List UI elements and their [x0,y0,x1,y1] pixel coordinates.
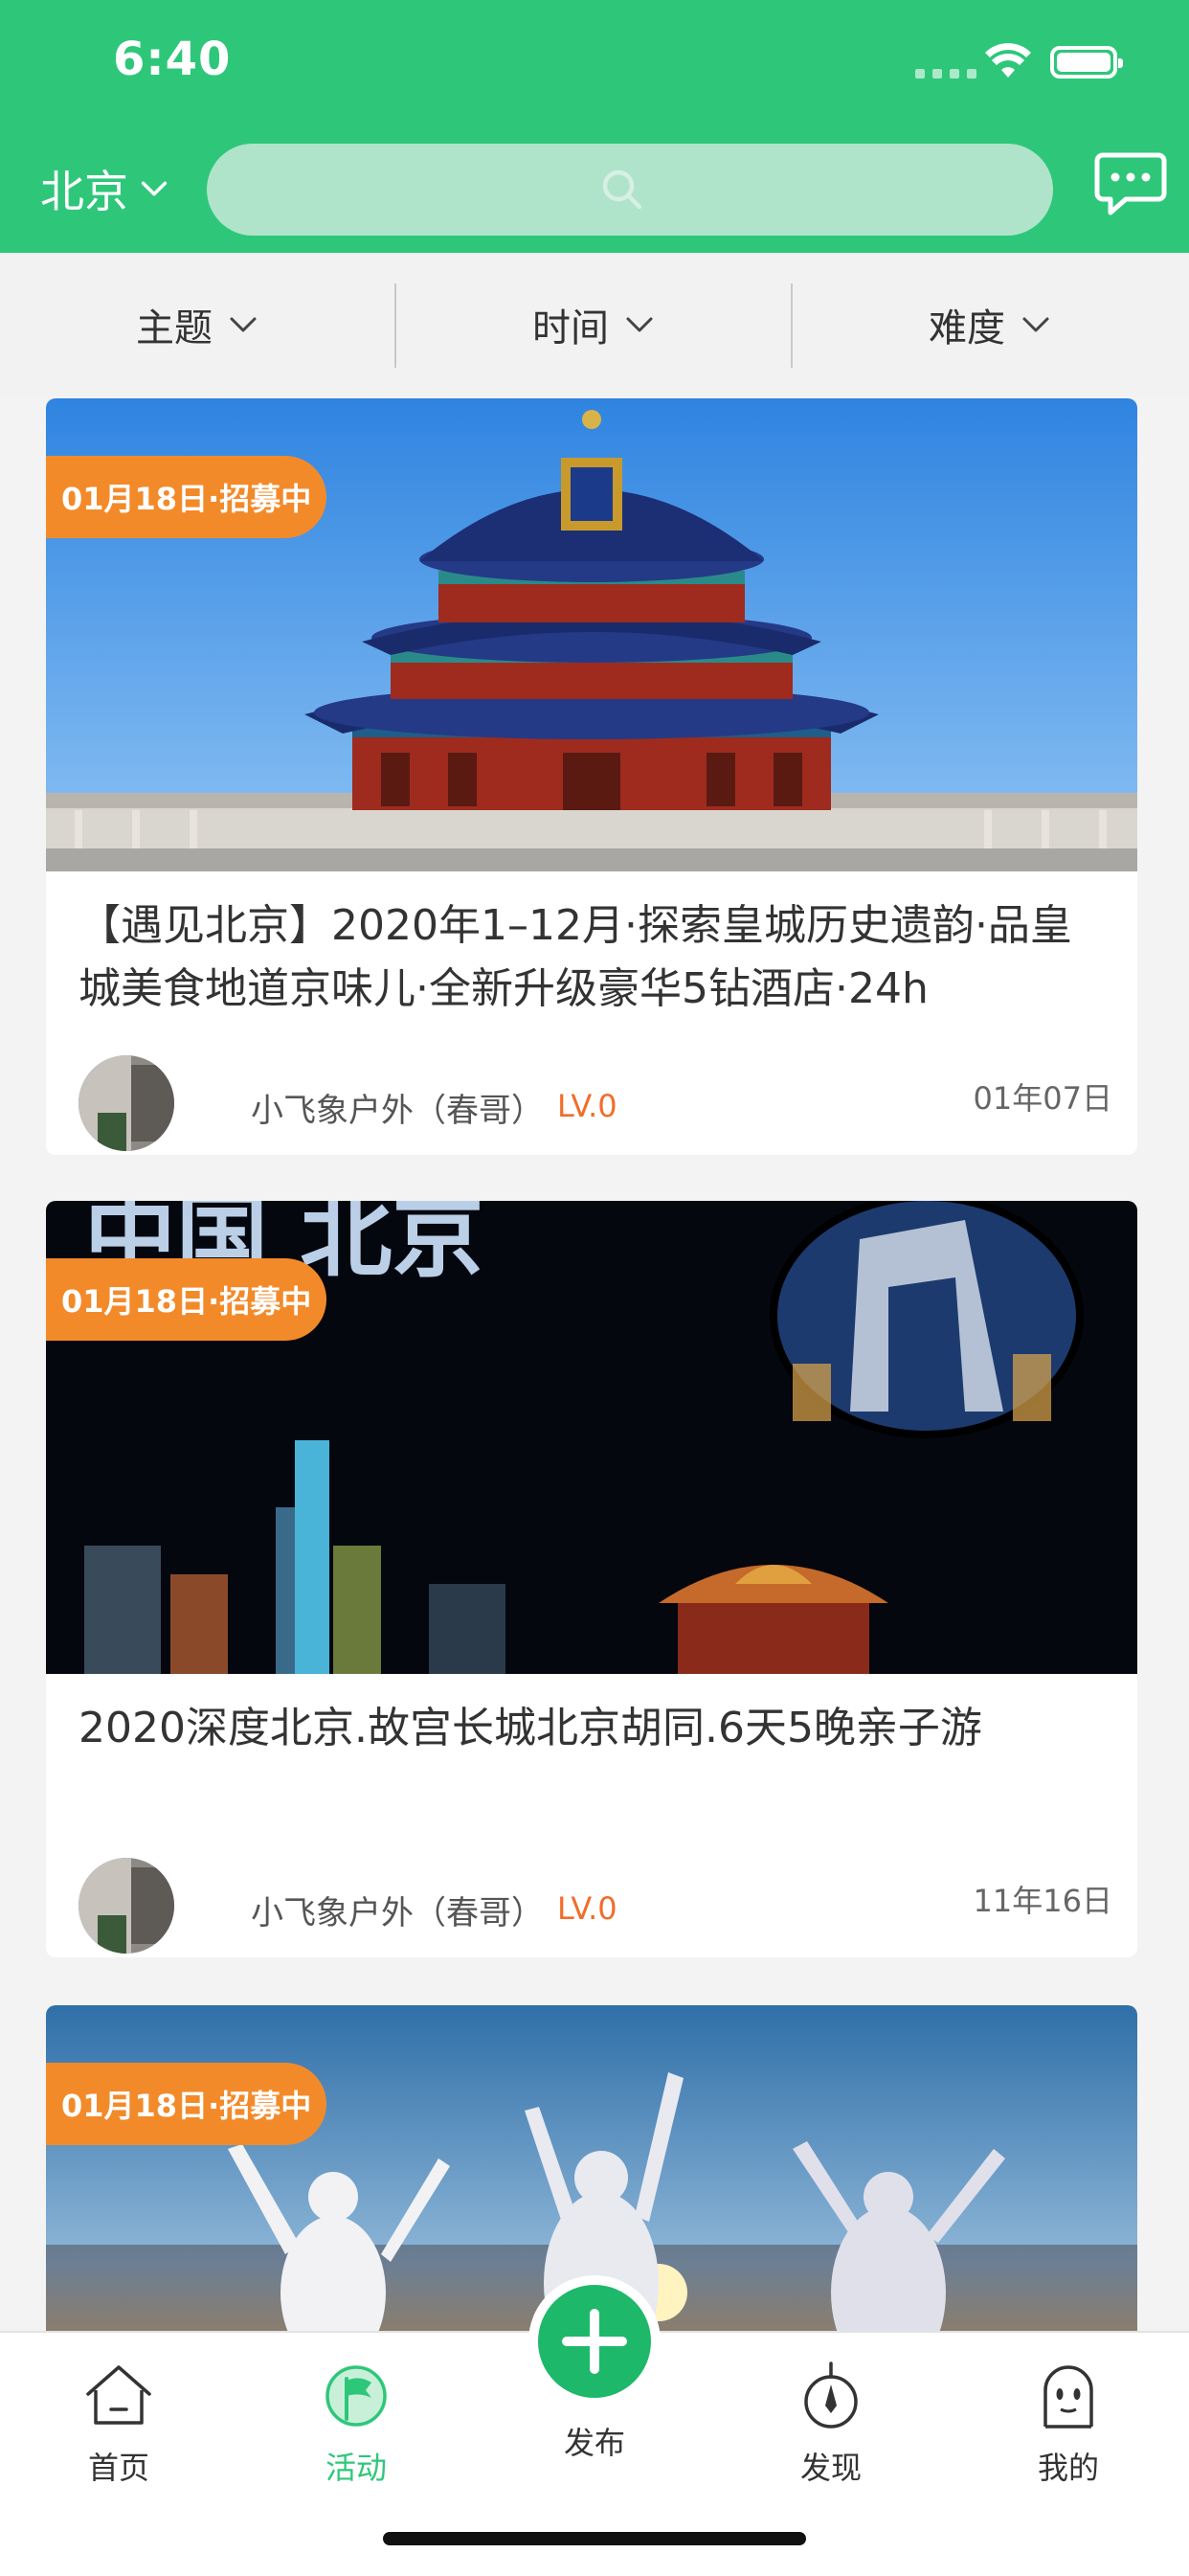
author-level: LV.0 [557,1890,617,1927]
filter-theme[interactable]: 主题 [0,253,396,396]
activity-card[interactable]: 中国 北京 01月18日·招募中 2020深度北京.故宫长城北京胡同.6天5晚亲… [46,1201,1137,1957]
publish-label: 发布 [563,2425,625,2461]
post-date: 11年16日 [973,1883,1112,1919]
home-indicator [383,2532,806,2545]
avatar[interactable] [79,1055,174,1151]
filter-bar: 主题 时间 难度 [0,253,1189,396]
author-name: 小飞象户外（春哥） [251,1092,544,1130]
author-level: LV.0 [557,1088,617,1124]
publish-circle [538,2285,651,2398]
status-tag: 01月18日·招募中 [46,1258,327,1341]
post-date: 01年07日 [973,1080,1112,1117]
status-tag: 01月18日·招募中 [46,456,327,538]
author-row: 小飞象户外（春哥） LV.0 01年07日 [79,1055,1112,1151]
author-name: 小飞象户外（春哥） [251,1894,544,1932]
filter-time[interactable]: 时间 [396,253,793,396]
top-header: 6:40 北京 [0,0,1189,253]
card-title[interactable]: 【遇见北京】2020年1–12月·探索皇城历史遗韵·品皇城美食地道京味儿·全新升… [79,894,1112,1021]
avatar[interactable] [79,1858,174,1954]
card-title[interactable]: 2020深度北京.故宫长城北京胡同.6天5晚亲子游 [79,1697,1112,1760]
city-label: 北京 [40,166,128,217]
search-input[interactable] [207,144,1053,236]
filter-difficulty[interactable]: 难度 [793,253,1189,396]
filter-label: 主题 [136,306,213,350]
chevron-down-icon [1022,317,1049,332]
filter-label: 时间 [532,306,609,350]
wifi-icon [985,43,1031,78]
chevron-down-icon [230,317,257,332]
activity-card[interactable]: 01月18日·招募中 【遇见北京】2020年1–12月·探索皇城历史遗韵·品皇城… [46,398,1137,1155]
chevron-down-icon [141,181,168,196]
activity-feed: 01月18日·招募中 【遇见北京】2020年1–12月·探索皇城历史遗韵·品皇城… [0,396,1189,2331]
cellular-signal-icon [915,69,976,79]
author-row: 小飞象户外（春哥） LV.0 11年16日 [79,1858,1112,1954]
publish-button[interactable] [528,2275,661,2407]
status-tag: 01月18日·招募中 [46,2063,327,2145]
message-icon[interactable] [1093,149,1168,220]
status-time: 6:40 [113,33,232,86]
city-selector[interactable]: 北京 [40,157,170,220]
battery-icon [1050,46,1123,79]
filter-label: 难度 [929,306,1005,350]
chevron-down-icon [626,317,653,332]
status-bar: 6:40 [0,0,1189,134]
search-icon [602,169,642,210]
plus-icon [562,2309,627,2374]
